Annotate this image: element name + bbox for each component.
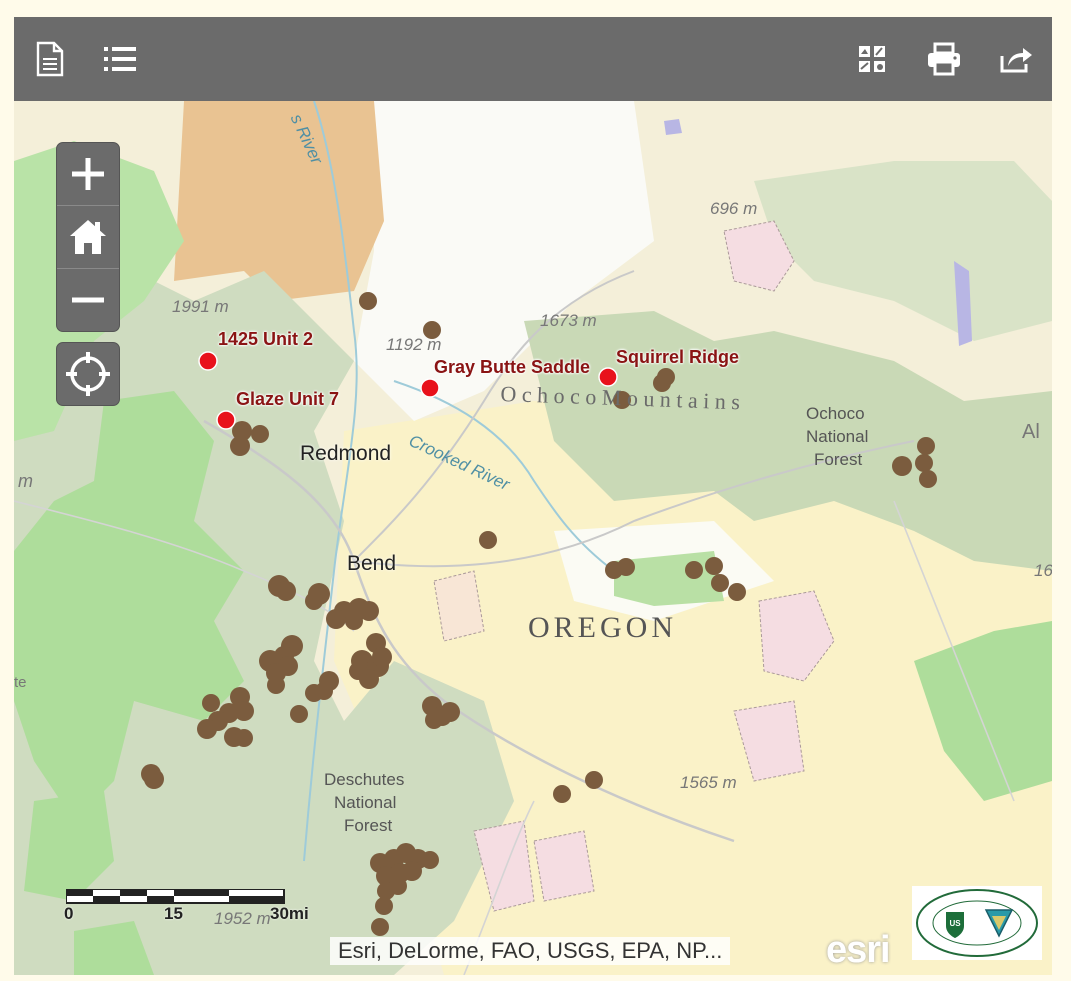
forest-label-ochoco-2: National: [806, 427, 869, 446]
forest-label-deschutes-2: National: [334, 793, 397, 812]
elevation-label: 1565 m: [680, 773, 737, 792]
scale-label-end: 30mi: [270, 904, 309, 923]
forest-label-deschutes-3: Forest: [344, 816, 393, 835]
marker-label[interactable]: Glaze Unit 7: [236, 389, 339, 410]
place-label-bend: Bend: [347, 552, 397, 575]
esri-logo[interactable]: esri: [826, 929, 891, 972]
forest-label-ochoco-3: Forest: [814, 450, 863, 469]
basemap-gallery-button[interactable]: [852, 39, 892, 79]
marker-label[interactable]: Gray Butte Saddle: [434, 357, 590, 378]
edge-label-al: Al: [1022, 421, 1040, 443]
share-icon: [1000, 48, 1032, 73]
map-view[interactable]: Redmond Bend OREGON Crooked River O c h …: [14, 101, 1052, 975]
edge-label-m: m: [18, 471, 33, 491]
home-button[interactable]: [57, 206, 119, 269]
central-oregon-fire-logo: US: [912, 886, 1042, 960]
print-icon: [928, 42, 960, 76]
marker-label[interactable]: 1425 Unit 2: [218, 329, 313, 350]
locate-button[interactable]: [56, 342, 120, 406]
zoom-out-button[interactable]: [57, 269, 119, 331]
zoom-control-group: [56, 142, 120, 332]
legend-list-icon: [104, 47, 136, 71]
marker-label[interactable]: Squirrel Ridge: [616, 347, 739, 368]
home-icon: [70, 220, 106, 254]
scale-label-zero: 0: [64, 904, 74, 923]
place-label-oregon: OREGON: [528, 611, 677, 644]
print-button[interactable]: [924, 39, 964, 79]
attribution[interactable]: Esri, DeLorme, FAO, USGS, EPA, NP...: [330, 937, 731, 965]
edge-label-te: te: [14, 674, 27, 691]
toolbar: [14, 17, 1052, 101]
place-label-redmond: Redmond: [300, 442, 392, 465]
edge-label-16: 16: [1034, 561, 1052, 580]
elevation-label: 1952 m: [214, 909, 271, 928]
elevation-label: 696 m: [710, 199, 758, 218]
forest-label-ochoco-1: Ochoco: [806, 404, 865, 423]
elevation-label: 1192 m: [386, 335, 442, 354]
details-icon: [36, 41, 64, 77]
basemap-gallery-icon: [859, 46, 885, 72]
elevation-label: 1991 m: [172, 297, 229, 316]
legend-button[interactable]: [100, 39, 140, 79]
share-button[interactable]: [996, 39, 1036, 79]
elevation-label: 1673 m: [540, 311, 597, 330]
basemap: [14, 101, 1052, 975]
details-button[interactable]: [30, 39, 70, 79]
forest-label-deschutes-1: Deschutes: [324, 770, 405, 789]
zoom-in-button[interactable]: [57, 143, 119, 206]
svg-text:US: US: [949, 919, 961, 928]
map-viewer-app: Redmond Bend OREGON Crooked River O c h …: [14, 17, 1052, 975]
zoom-out-icon: [72, 297, 104, 303]
zoom-in-icon: [72, 158, 104, 190]
locate-icon: [66, 352, 110, 396]
scale-label-mid: 15: [164, 904, 183, 923]
